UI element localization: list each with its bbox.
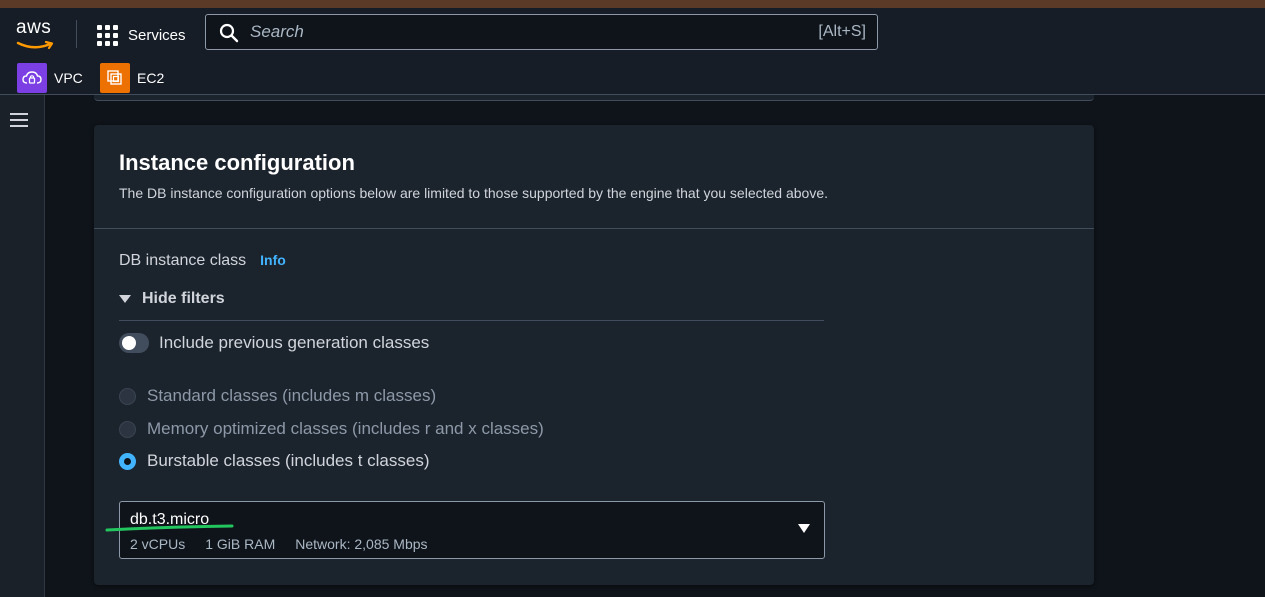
- favorites-bar: VPC EC2: [0, 60, 1265, 95]
- db-instance-class-label-row: DB instance class Info: [119, 252, 286, 270]
- panel-description: The DB instance configuration options be…: [119, 185, 829, 201]
- search-shortcut-hint: [Alt+S]: [818, 23, 866, 40]
- menu-icon[interactable]: [10, 113, 28, 127]
- db-instance-class-label: DB instance class: [119, 252, 247, 269]
- favorite-ec2-label: EC2: [137, 70, 165, 86]
- services-menu-button[interactable]: Services: [97, 24, 186, 46]
- radio-button-selected[interactable]: [119, 452, 136, 470]
- hide-filters-toggle[interactable]: Hide filters: [119, 290, 225, 308]
- browser-top-strip: [0, 0, 1265, 8]
- search-input[interactable]: [250, 22, 750, 42]
- previous-generation-toggle[interactable]: [119, 333, 149, 353]
- previous-generation-toggle-row: Include previous generation classes: [119, 333, 429, 353]
- panel-title: Instance configuration: [119, 150, 355, 175]
- previous-section-card: [94, 95, 1094, 101]
- filters-divider: [119, 320, 824, 321]
- radio-burstable-label: Burstable classes (includes t classes): [147, 451, 430, 470]
- services-label: Services: [128, 26, 186, 44]
- radio-standard-classes: Standard classes (includes m classes): [119, 386, 436, 406]
- vpc-icon: [17, 63, 47, 93]
- ram-amount: 1 GiB RAM: [205, 536, 276, 552]
- favorite-vpc[interactable]: VPC: [17, 63, 83, 93]
- top-navigation: aws Services [Alt+S]: [0, 8, 1265, 60]
- dropdown-arrow-icon: [798, 524, 810, 533]
- aws-logo-text: aws: [16, 17, 52, 38]
- search-icon: [219, 23, 239, 43]
- panel-header: Instance configuration The DB instance c…: [94, 125, 1094, 229]
- info-link[interactable]: Info: [260, 252, 286, 268]
- network-bandwidth: Network: 2,085 Mbps: [295, 536, 428, 552]
- radio-burstable-classes[interactable]: Burstable classes (includes t classes): [119, 451, 430, 471]
- instance-configuration-panel: Instance configuration The DB instance c…: [94, 125, 1094, 585]
- grid-icon: [97, 24, 118, 46]
- radio-memory-label: Memory optimized classes (includes r and…: [147, 419, 544, 438]
- green-underline-annotation: [105, 524, 234, 532]
- aws-smile-icon: [16, 40, 54, 50]
- favorite-ec2[interactable]: EC2: [100, 63, 164, 93]
- radio-button: [119, 387, 136, 405]
- toggle-knob: [122, 336, 136, 350]
- instance-class-details: 2 vCPUs 1 GiB RAM Network: 2,085 Mbps: [130, 536, 428, 552]
- favorite-vpc-label: VPC: [54, 70, 83, 86]
- radio-memory-optimized-classes: Memory optimized classes (includes r and…: [119, 419, 544, 439]
- nav-divider: [76, 20, 77, 48]
- previous-generation-label: Include previous generation classes: [159, 333, 430, 352]
- ec2-icon: [100, 63, 130, 93]
- search-box[interactable]: [Alt+S]: [205, 14, 878, 50]
- radio-standard-label: Standard classes (includes m classes): [147, 386, 437, 405]
- hide-filters-label: Hide filters: [142, 290, 225, 307]
- side-navigation: [0, 95, 45, 597]
- caret-down-icon: [119, 295, 131, 303]
- vcpu-count: 2 vCPUs: [130, 536, 186, 552]
- radio-button: [119, 420, 136, 438]
- aws-logo[interactable]: aws: [16, 17, 58, 50]
